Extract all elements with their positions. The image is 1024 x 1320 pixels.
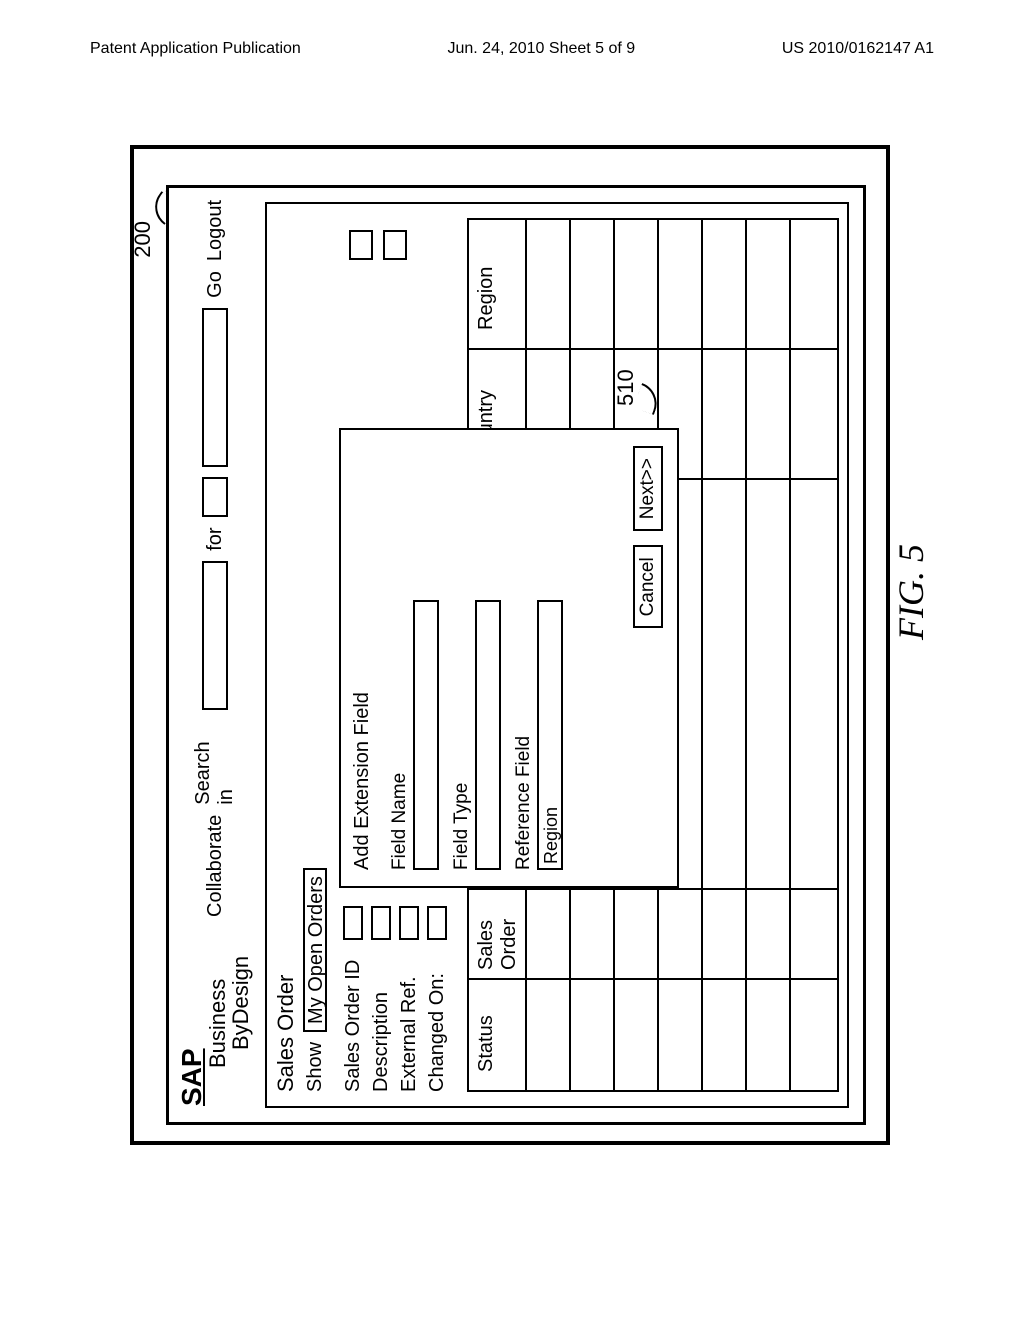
topbar: Collaborate Search in for Go Logout [195,200,235,917]
field-name-label: Field Name [389,446,411,870]
table-divider [789,220,791,1090]
show-label: Show [304,1042,327,1092]
reference-field-input[interactable]: Region [537,600,563,870]
col-status[interactable]: Status [475,992,498,1072]
pub-label: Patent Application Publication [90,40,301,58]
sheet-label: Jun. 24, 2010 Sheet 5 of 9 [447,40,635,58]
logout-link[interactable]: Logout [204,200,227,261]
right-filter-inputs [349,230,407,260]
cancel-button[interactable]: Cancel [633,545,663,628]
collaborate-link[interactable]: Collaborate [204,815,227,917]
brand-bydesign: ByDesign [229,956,252,1106]
filter-changed-on-input[interactable] [427,906,447,940]
show-row: Show My Open Orders [303,868,327,1092]
table-divider [745,220,747,1090]
search-in-label: Search in [192,720,238,804]
panel-title: Sales Order [273,975,299,1092]
next-button[interactable]: Next>> [633,446,663,531]
brand-sap: SAP [177,956,206,1106]
app-window: SAP Business ByDesign Collaborate Search… [166,185,866,1125]
reference-field-label: Reference Field [513,446,535,870]
filter-external-ref-input[interactable] [399,906,419,940]
col-sales-order[interactable]: Sales Order [475,890,521,970]
table-divider [701,220,703,1090]
go-button[interactable]: Go [204,271,227,298]
pub-number: US 2010/0162147 A1 [782,40,934,58]
filter-changed-on-label: Changed On: [426,942,449,1092]
add-extension-field-dialog: Add Extension Field Field Name Field Typ… [339,428,679,888]
for-label: for [204,527,227,550]
main-panel: Sales Order Show My Open Orders Sales Or… [265,202,849,1108]
filter-extra-input-2[interactable] [383,230,407,260]
figure-caption: FIG. 5 [890,544,932,640]
field-type-label: Field Type [451,446,473,870]
search-term-input[interactable] [202,308,228,468]
filter-extra-input-1[interactable] [349,230,373,260]
search-in-input[interactable] [202,561,228,711]
search-scope-input[interactable] [202,477,228,517]
ref-num-200: 200 [130,221,156,258]
figure-frame: 200 SAP Business ByDesign Collaborate Se… [130,145,890,1145]
filter-sales-order-id-label: Sales Order ID [342,942,365,1092]
filter-description-input[interactable] [371,906,391,940]
filters: Sales Order ID Description External Ref.… [339,906,451,1092]
filter-sales-order-id-input[interactable] [343,906,363,940]
filter-description-label: Description [370,942,393,1092]
field-name-input[interactable] [413,600,439,870]
brand-business: Business [206,956,229,1106]
field-type-input[interactable] [475,600,501,870]
show-select[interactable]: My Open Orders [303,868,327,1032]
dialog-title: Add Extension Field [351,692,374,870]
filter-external-ref-label: External Ref. [398,942,421,1092]
page-header: Patent Application Publication Jun. 24, … [0,0,1024,68]
col-region[interactable]: Region [475,267,498,330]
brand-block: SAP Business ByDesign [177,956,253,1106]
